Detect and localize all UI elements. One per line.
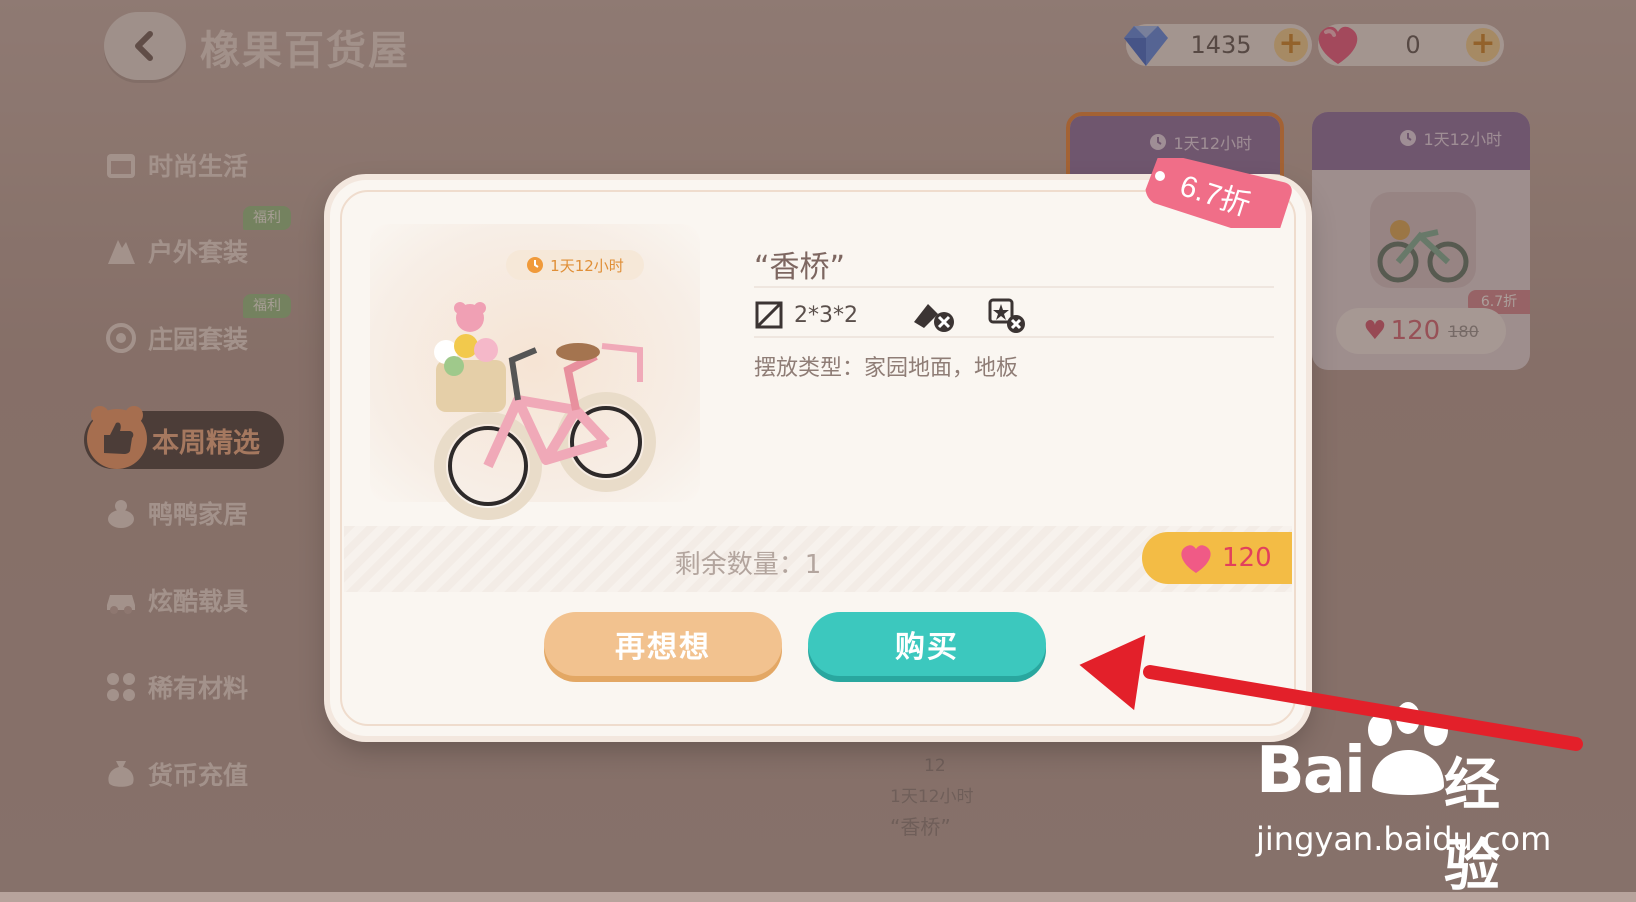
purchase-dialog: 1天12小时 “香桥” 2*3*2 摆放类型：家园地面，地板 剩余数量：1 12…: [330, 180, 1306, 736]
item-timer: 1天12小时: [506, 250, 644, 280]
watermark-url: jingyan.baidu.com: [1256, 820, 1552, 858]
item-preview: 1天12小时: [370, 224, 700, 520]
price-value: 120: [1222, 543, 1272, 573]
item-name: “香桥”: [754, 250, 846, 285]
price-tag: 120: [1142, 532, 1292, 584]
no-favorite-icon: [988, 298, 1025, 333]
divider: [754, 336, 1274, 338]
size-icon: [755, 301, 783, 329]
discount-tag: 6.7折: [1145, 158, 1292, 228]
pink-bicycle-icon: [434, 302, 656, 520]
divider: [754, 286, 1274, 288]
clock-icon: [527, 257, 544, 273]
item-specs: 2*3*2: [754, 296, 1026, 334]
pink-heart-icon: [1181, 545, 1211, 573]
stock-band: 剩余数量：1 120: [344, 526, 1292, 592]
buy-button[interactable]: 购买: [808, 612, 1046, 676]
cancel-button[interactable]: 再想想: [544, 612, 782, 676]
item-size: 2*3*2: [794, 302, 858, 328]
remaining-stock: 剩余数量：1: [674, 550, 822, 580]
no-dye-icon: [914, 304, 954, 332]
watermark-brand: Bai: [1256, 734, 1366, 808]
placement-type: 摆放类型：家园地面，地板: [754, 356, 1019, 381]
